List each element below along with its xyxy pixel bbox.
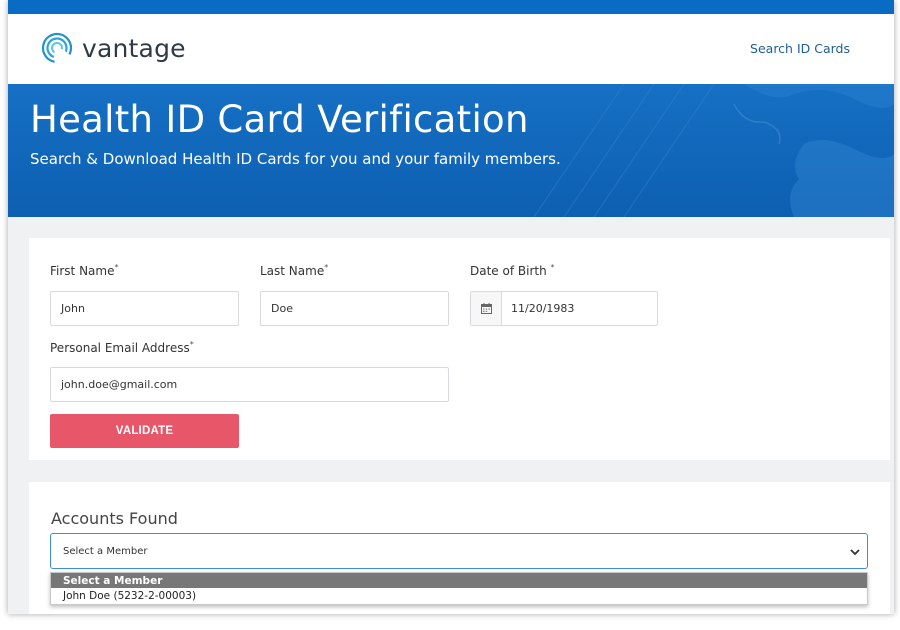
member-search-form: First Name* John Last Name* Doe Date of … — [29, 238, 890, 460]
email-label: Personal Email Address* — [50, 340, 194, 355]
email-value: john.doe@gmail.com — [61, 378, 178, 391]
member-select[interactable]: Select a Member — [50, 533, 868, 569]
accounts-found-title: Accounts Found — [51, 509, 178, 528]
search-id-cards-link[interactable]: Search ID Cards — [750, 41, 850, 56]
member-dropdown-list: Select a Member John Doe (5232-2-00003) — [50, 572, 868, 605]
browser-frame: vantage Search ID Cards Health ID Card V… — [8, 0, 894, 614]
last-name-input[interactable]: Doe — [260, 291, 449, 326]
first-name-input[interactable]: John — [50, 291, 239, 326]
first-name-value: John — [61, 302, 85, 315]
site-header: vantage Search ID Cards — [8, 14, 894, 84]
calendar-icon — [480, 303, 492, 314]
accounts-found-section: Accounts Found Select a Member Select a … — [29, 482, 890, 614]
last-name-value: Doe — [271, 302, 293, 315]
dropdown-option-john-doe[interactable]: John Doe (5232-2-00003) — [51, 588, 867, 603]
dob-value: 11/20/1983 — [511, 302, 575, 315]
hero-banner: Health ID Card Verification Search & Dow… — [8, 84, 894, 217]
dropdown-option-select-member[interactable]: Select a Member — [51, 573, 867, 588]
logo-text: vantage — [82, 33, 186, 63]
dob-input[interactable]: 11/20/1983 — [470, 291, 658, 326]
page-title: Health ID Card Verification — [30, 98, 529, 141]
dob-label: Date of Birth * — [470, 263, 555, 278]
validate-button[interactable]: VALIDATE — [50, 414, 239, 448]
last-name-label: Last Name* — [260, 263, 329, 278]
first-name-label: First Name* — [50, 263, 119, 278]
member-select-value: Select a Member — [63, 545, 148, 557]
page-subtitle: Search & Download Health ID Cards for yo… — [30, 150, 561, 168]
top-bar — [8, 0, 894, 14]
calendar-button[interactable] — [471, 292, 502, 325]
email-input[interactable]: john.doe@gmail.com — [50, 367, 449, 402]
chevron-down-icon — [850, 549, 860, 556]
vantage-logo-icon — [41, 32, 73, 64]
logo[interactable]: vantage — [40, 31, 186, 65]
